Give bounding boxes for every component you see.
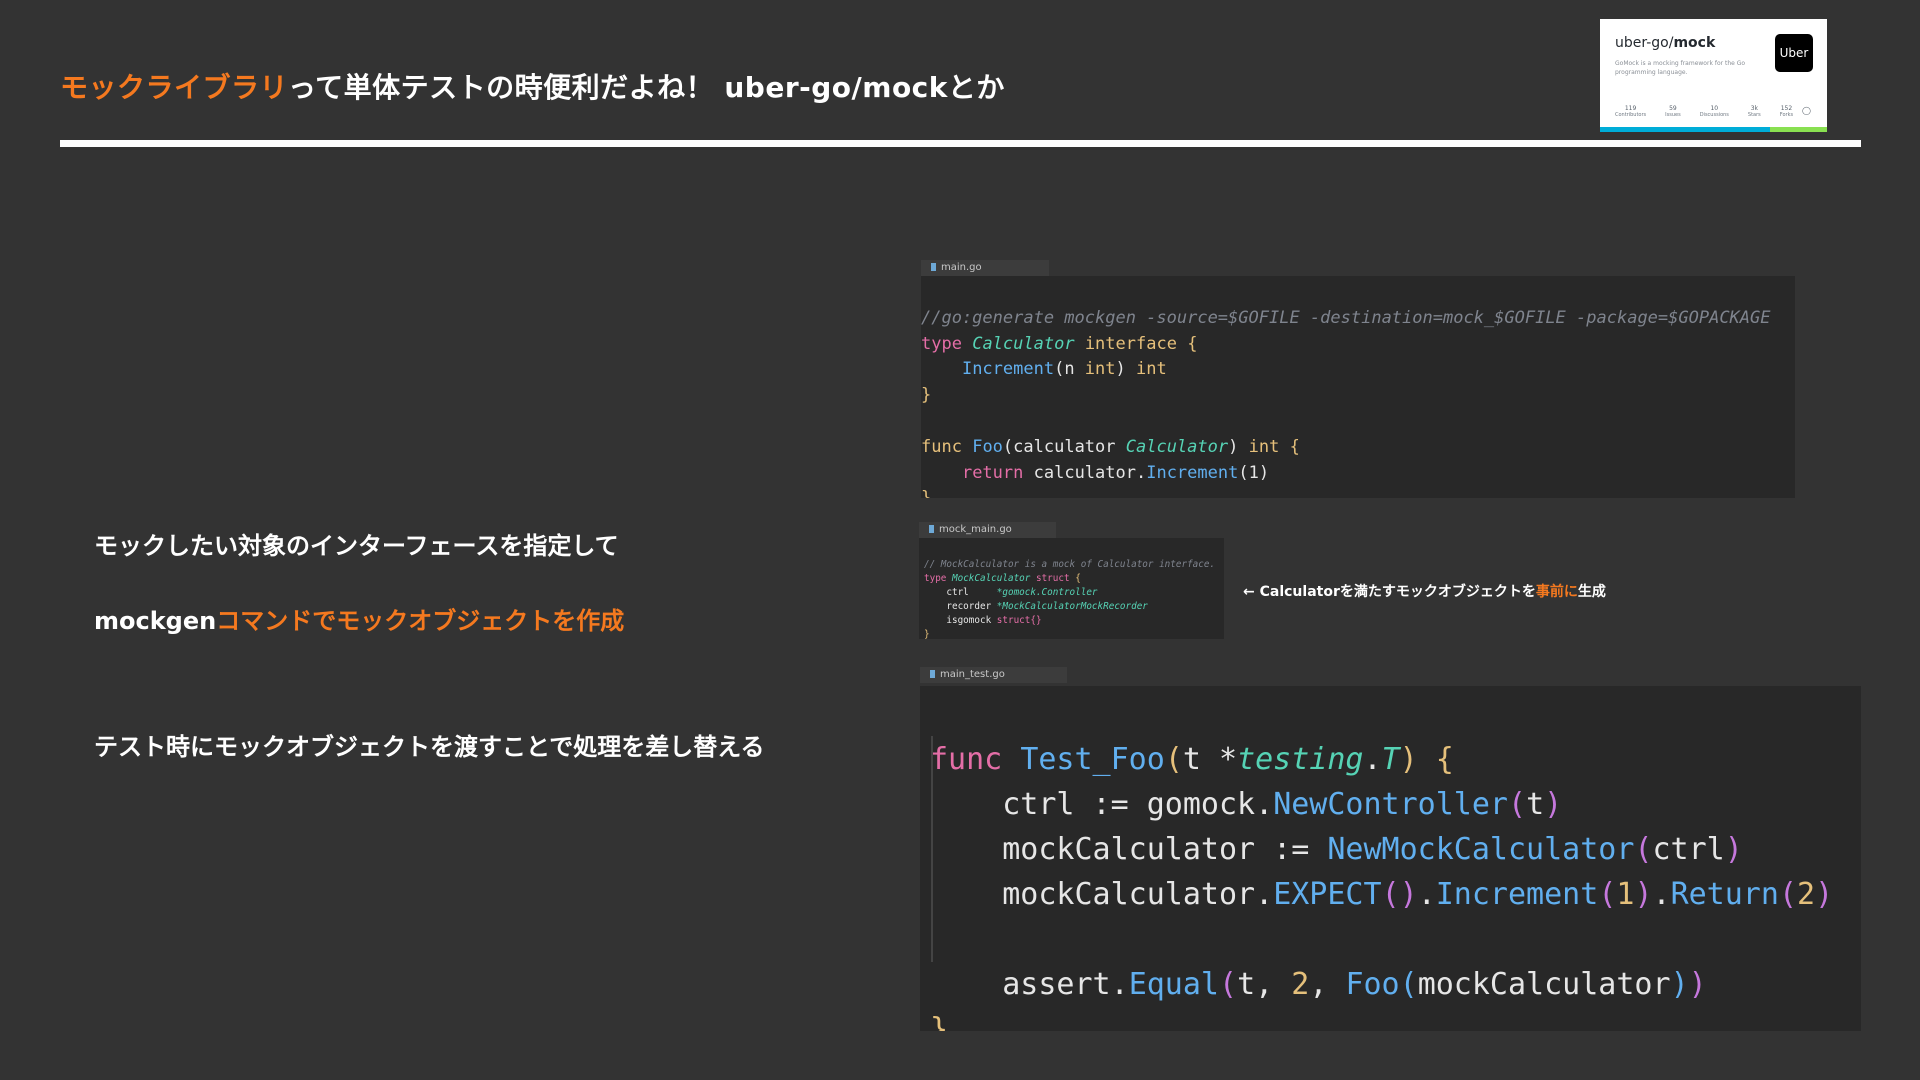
code-line: recorder *MockCalculatorMockRecorder [946,601,1148,612]
code-line: ctrl := gomock.NewController(t) [1002,787,1563,822]
language-segment [1690,127,1771,132]
repo-name: mock [1673,35,1716,51]
repo-owner: uber-go/ [1615,35,1674,51]
code-line: } [921,486,1795,498]
tab-mock-main-go-label: mock_main.go [939,524,1012,535]
code-line: mockCalculator.EXPECT().Increment(1).Ret… [1002,877,1834,912]
code-line: } [924,629,930,639]
note-highlight: 事前に [1535,584,1578,600]
tab-main-test-go[interactable]: main_test.go [920,667,1067,683]
language-segment [1600,127,1691,132]
stat-forks: 152 Forks [1779,105,1794,118]
code-line: func Foo(calculator Calculator) int { [921,436,1300,457]
code-main-test-go: func Test_Foo(t *testing.T) { ctrl := go… [920,686,1861,1031]
code-line: Increment(n int) int [961,359,1167,380]
repo-title: uber-go/mock [1615,35,1715,51]
mock-note: ← Calculatorを満たすモックオブジェクトを事前に生成 [1243,581,1606,601]
tab-main-test-go-label: main_test.go [940,669,1005,680]
bullet-replace: テスト時にモックオブジェクトを渡すことで処理を差し替える [94,733,765,761]
stat-issues: 59 Issues [1665,105,1681,118]
title-rest: って単体テストの時便利だよね！ uber-go/mockとか [288,71,1005,104]
tab-mock-main-go[interactable]: mock_main.go [919,522,1056,538]
go-file-icon [931,263,936,271]
code-line: } [921,385,932,406]
stat-contributors: 119 Contributors [1615,105,1647,118]
code-line: //go:generate mockgen -source=$GOFILE -d… [921,307,1771,328]
go-file-icon [929,525,934,533]
github-repo-card[interactable]: uber-go/mock GoMock is a mocking framewo… [1600,19,1827,132]
code-mock-main-go: // MockCalculator is a mock of Calculato… [919,538,1224,639]
github-icon: ◯ [1802,106,1811,115]
note-suffix: 生成 [1577,584,1606,600]
go-file-icon [930,670,935,678]
code-line: mockCalculator := NewMockCalculator(ctrl… [1002,832,1743,867]
tab-main-go-label: main.go [941,262,982,273]
language-segment [1770,127,1805,132]
stat-discussions: 10 Discussions [1699,105,1729,118]
code-line: isgomock struct{} [946,615,1042,626]
code-line: type MockCalculator struct { [924,573,1081,584]
repo-description: GoMock is a mocking framework for the Go… [1615,60,1746,76]
title-highlight: モックライブラリ [60,71,289,104]
code-line: return calculator.Increment(1) [961,462,1270,483]
code-main-go: //go:generate mockgen -source=$GOFILE -d… [921,276,1795,498]
code-line: func Test_Foo(t *testing.T) { [930,742,1454,777]
tab-main-go[interactable]: main.go [921,260,1049,276]
code-line: } [930,1012,949,1031]
code-line: // MockCalculator is a mock of Calculato… [924,559,1216,570]
language-bar [1600,127,1827,132]
bullet-mockgen-highlight: コマンドでモックオブジェクトを作成 [216,607,625,635]
bullet-mockgen: mockgenコマンドでモックオブジェクトを作成 [94,601,624,636]
repo-stats: 119 Contributors 59 Issues 10 Discussions 3… [1615,105,1793,118]
uber-logo: Uber [1775,34,1813,72]
language-segment [1804,127,1827,132]
code-line: type Calculator interface { [921,333,1198,354]
slide-title: モックライブラリって単体テストの時便利だよね！ uber-go/mockとか [60,66,1005,106]
indent-guide [931,736,933,962]
note-prefix: ← Calculatorを満たすモックオブジェクトを [1243,584,1536,600]
code-line: ctrl *gomock.Controller [946,587,1098,598]
title-divider [60,140,1861,147]
bullet-mockgen-plain: mockgen [94,607,217,635]
stat-stars: 3k Stars [1747,105,1761,118]
code-line: assert.Equal(t, 2, Foo(mockCalculator)) [1002,967,1707,1002]
bullet-interface: モックしたい対象のインターフェースを指定して [94,532,619,560]
